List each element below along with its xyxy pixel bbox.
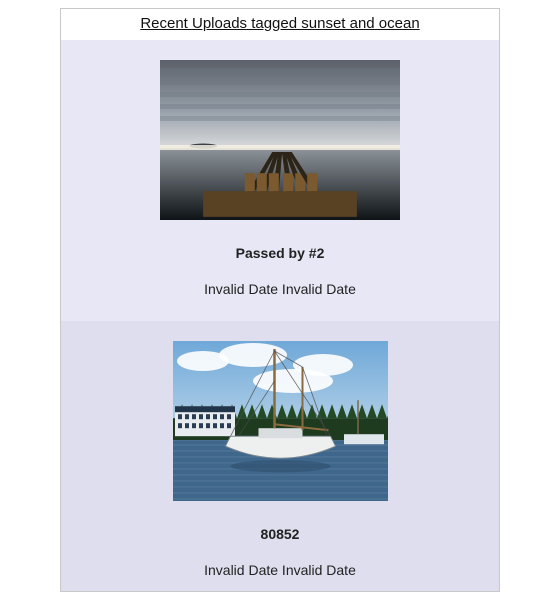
panel-header: Recent Uploads tagged sunset and ocean <box>61 9 499 40</box>
upload-date: Invalid Date Invalid Date <box>75 281 485 297</box>
upload-thumbnail[interactable] <box>160 60 400 220</box>
uploads-list: Passed by #2 Invalid Date Invalid Date 8… <box>61 40 499 592</box>
recent-uploads-link[interactable]: Recent Uploads tagged sunset and ocean <box>140 15 419 32</box>
upload-item: Passed by #2 Invalid Date Invalid Date <box>61 40 499 321</box>
upload-date: Invalid Date Invalid Date <box>75 562 485 578</box>
upload-title: 80852 <box>75 526 485 542</box>
upload-thumbnail[interactable] <box>173 341 388 501</box>
upload-title: Passed by #2 <box>75 245 485 261</box>
upload-item: 80852 Invalid Date Invalid Date <box>61 321 499 592</box>
uploads-panel: Recent Uploads tagged sunset and ocean P… <box>60 8 500 592</box>
